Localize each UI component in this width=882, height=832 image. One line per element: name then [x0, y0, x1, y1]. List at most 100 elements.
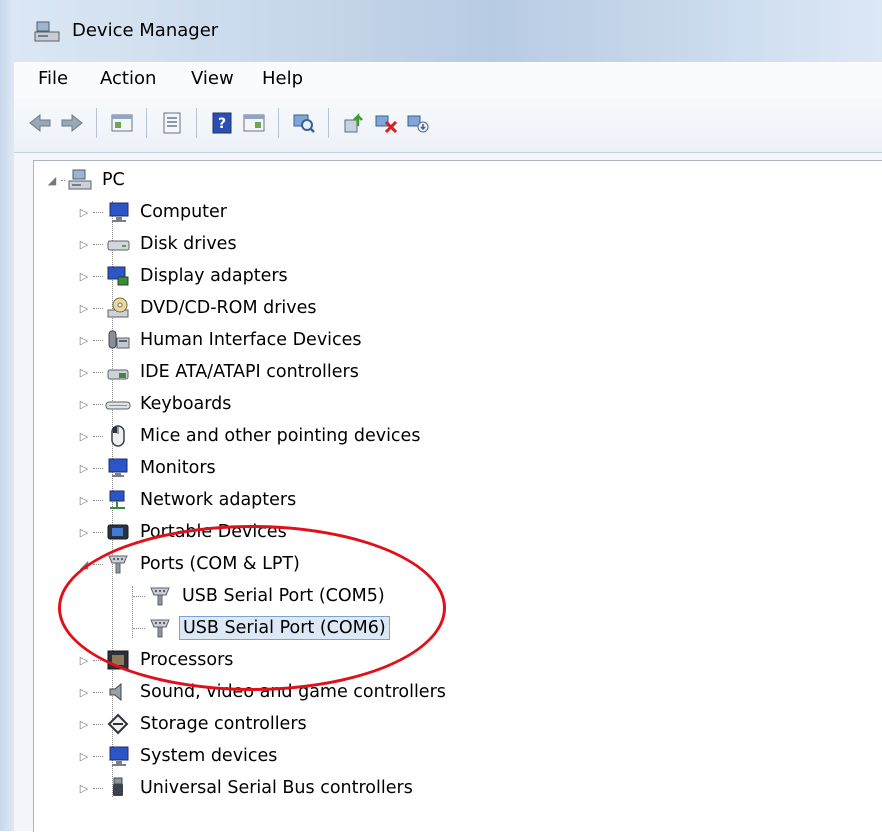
tree-connector: [93, 691, 103, 693]
collapse-icon[interactable]: ◢: [45, 173, 59, 187]
tree-connector: [93, 339, 103, 341]
menu-help[interactable]: Help: [262, 68, 303, 89]
print-icon[interactable]: [158, 108, 186, 138]
view-icon[interactable]: [240, 108, 268, 138]
toolbar-separator: [196, 108, 197, 138]
network-adapter-icon: [105, 487, 131, 513]
expand-icon[interactable]: ▷: [77, 781, 91, 795]
expand-icon[interactable]: ▷: [77, 429, 91, 443]
properties-icon[interactable]: [108, 108, 136, 138]
expand-icon[interactable]: ▷: [77, 333, 91, 347]
tree-connector: [93, 531, 103, 533]
tree-item-hid[interactable]: ▷ Human Interface Devices: [77, 325, 365, 355]
tree-item-processors[interactable]: ▷ Processors: [77, 645, 236, 675]
tree-item-dvd-drives[interactable]: ▷ DVD/CD-ROM drives: [77, 293, 320, 323]
uninstall-device-icon[interactable]: [404, 108, 432, 138]
collapse-icon[interactable]: ◢: [77, 557, 91, 571]
tree-item-label: Storage controllers: [140, 714, 307, 734]
display-adapter-icon: [105, 263, 131, 289]
svg-text:?: ?: [218, 116, 226, 132]
tree-item-usb-serial-com5[interactable]: USB Serial Port (COM5): [133, 581, 388, 611]
forward-icon[interactable]: [58, 108, 86, 138]
tree-item-system-devices[interactable]: ▷ System devices: [77, 741, 280, 771]
toolbar-separator: [146, 108, 147, 138]
tree-item-label: Universal Serial Bus controllers: [140, 778, 413, 798]
tree-item-label: Monitors: [140, 458, 216, 478]
computer-icon: [105, 199, 131, 225]
tree-connector: [93, 467, 103, 469]
tree-item-label: System devices: [140, 746, 278, 766]
portable-device-icon: [105, 519, 131, 545]
processor-icon: [105, 647, 131, 673]
storage-controller-icon: [105, 711, 131, 737]
device-manager-icon: [34, 21, 60, 42]
expand-icon[interactable]: ▷: [77, 653, 91, 667]
toolbar-separator: [278, 108, 279, 138]
tree-item-disk-drives[interactable]: ▷ Disk drives: [77, 229, 240, 259]
tree-connector: [93, 275, 103, 277]
tree-root-pc[interactable]: ◢ PC: [45, 165, 128, 195]
tree-item-computer[interactable]: ▷ Computer: [77, 197, 230, 227]
toolbar: ?: [14, 98, 882, 153]
expand-icon[interactable]: ▷: [77, 749, 91, 763]
tree-item-sound[interactable]: ▷ Sound, video and game controllers: [77, 677, 449, 707]
tree-connector: [133, 627, 145, 629]
expand-icon[interactable]: ▷: [77, 461, 91, 475]
tree-item-monitors[interactable]: ▷ Monitors: [77, 453, 219, 483]
tree-connector: [93, 787, 103, 789]
tree-item-usb-controllers[interactable]: ▷ Universal Serial Bus controllers: [77, 773, 416, 803]
update-driver-icon[interactable]: [340, 108, 368, 138]
scan-icon[interactable]: [290, 108, 318, 138]
tree-connector: [93, 723, 103, 725]
window-edge: [0, 0, 14, 831]
menu-file[interactable]: File: [38, 68, 68, 89]
device-tree[interactable]: ◢ PC ▷ Computer ▷ Disk drives ▷ Display …: [33, 160, 882, 832]
expand-icon[interactable]: ▷: [77, 397, 91, 411]
disk-drive-icon: [105, 231, 131, 257]
tree-connector: [93, 563, 103, 565]
tree-item-storage-controllers[interactable]: ▷ Storage controllers: [77, 709, 310, 739]
disable-device-icon[interactable]: [372, 108, 400, 138]
tree-item-usb-serial-com6[interactable]: USB Serial Port (COM6): [133, 613, 390, 643]
tree-item-label: Keyboards: [140, 394, 232, 414]
menu-view[interactable]: View: [191, 68, 234, 89]
tree-connector: [93, 499, 103, 501]
tree-item-ports[interactable]: ◢ Ports (COM & LPT): [77, 549, 303, 579]
menu-action[interactable]: Action: [100, 68, 156, 89]
port-icon: [147, 583, 173, 609]
expand-icon[interactable]: ▷: [77, 717, 91, 731]
tree-item-portable-devices[interactable]: ▷ Portable Devices: [77, 517, 290, 547]
tree-item-label: Human Interface Devices: [140, 330, 362, 350]
tree-item-network-adapters[interactable]: ▷ Network adapters: [77, 485, 299, 515]
tree-item-label: Sound, video and game controllers: [140, 682, 446, 702]
monitor-icon: [105, 455, 131, 481]
expand-icon[interactable]: ▷: [77, 493, 91, 507]
tree-item-label: Processors: [140, 650, 234, 670]
tree-item-ide-controllers[interactable]: ▷ IDE ATA/ATAPI controllers: [77, 357, 362, 387]
tree-item-keyboards[interactable]: ▷ Keyboards: [77, 389, 234, 419]
tree-item-label: DVD/CD-ROM drives: [140, 298, 317, 318]
tree-item-display-adapters[interactable]: ▷ Display adapters: [77, 261, 291, 291]
expand-icon[interactable]: ▷: [77, 365, 91, 379]
help-icon[interactable]: ?: [208, 108, 236, 138]
port-icon: [147, 615, 173, 641]
expand-icon[interactable]: ▷: [77, 525, 91, 539]
expand-icon[interactable]: ▷: [77, 685, 91, 699]
back-icon[interactable]: [26, 108, 54, 138]
menu-bar: File Action View Help: [14, 62, 882, 98]
expand-icon[interactable]: ▷: [77, 237, 91, 251]
tree-item-mice[interactable]: ▷ Mice and other pointing devices: [77, 421, 423, 451]
toolbar-separator: [96, 108, 97, 138]
tree-connector: [93, 659, 103, 661]
speaker-icon: [105, 679, 131, 705]
expand-icon[interactable]: ▷: [77, 205, 91, 219]
toolbar-separator: [328, 108, 329, 138]
system-devices-icon: [105, 743, 131, 769]
tree-item-label: Disk drives: [140, 234, 237, 254]
title-bar: Device Manager: [14, 0, 882, 62]
expand-icon[interactable]: ▷: [77, 269, 91, 283]
tree-connector: [93, 307, 103, 309]
tree-connector: [93, 755, 103, 757]
tree-item-label: Ports (COM & LPT): [140, 554, 300, 574]
expand-icon[interactable]: ▷: [77, 301, 91, 315]
